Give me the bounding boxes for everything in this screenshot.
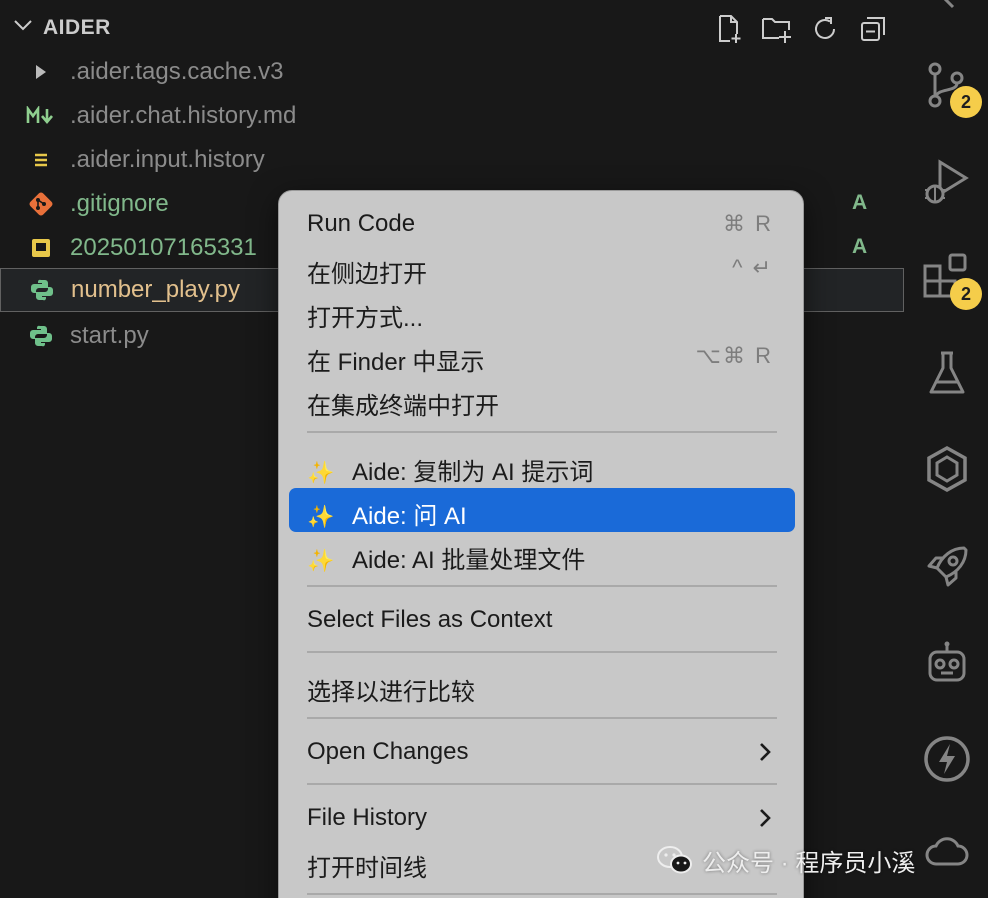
tree-item-chat-history[interactable]: .aider.chat.history.md [0,94,904,138]
menu-item-label: 选择以进行比较 [307,679,475,706]
new-folder-icon[interactable] [760,12,794,46]
menu-item-reveal-in-finder[interactable]: 在 Finder 中显示 ⌥⌘ R [289,334,795,378]
menu-separator [307,651,777,653]
sparkles-icon: ✨ [307,504,335,529]
menu-item-label: Aide: 问 AI [352,503,467,530]
extensions-badge: 2 [950,278,982,310]
git-icon [26,191,56,217]
sparkles-icon: ✨ [307,548,335,573]
file-box-icon [26,235,56,261]
sparkles-icon: ✨ [307,460,335,485]
hexagon-extension-icon[interactable] [922,444,972,494]
menu-item-label: 在集成终端中打开 [307,393,499,420]
menu-item-label: 在侧边打开 [307,261,427,288]
tree-item-label: 20250107165331 [70,234,257,261]
cloud-icon[interactable] [922,828,972,878]
context-menu: Run Code ⌘ R 在侧边打开 ^ ↵ 打开方式... 在 Finder … [278,190,804,898]
python-icon [27,277,57,303]
refresh-icon[interactable] [808,12,842,46]
menu-separator [307,431,777,433]
testing-flask-icon[interactable] [922,348,972,398]
run-debug-icon[interactable] [922,156,972,206]
chevron-right-icon [760,809,771,827]
rocket-icon[interactable] [922,542,972,592]
tree-item-label: .aider.tags.cache.v3 [70,58,284,85]
menu-item-open-in-terminal[interactable]: 在集成终端中打开 [289,378,795,422]
menu-item-shortcut: ⌥⌘ R [695,343,773,368]
menu-item-label: Select Files as Context [307,606,553,633]
watermark: 公众号 · 程序员小溪 [656,840,915,880]
menu-item-label: 打开方式... [307,305,424,332]
explorer-actions [712,12,890,46]
explorer-section-header[interactable]: AIDER [0,4,904,48]
menu-item-shortcut: ^ ↵ [732,255,773,280]
menu-item-aide-copy-prompt[interactable]: ✨ Aide: 复制为 AI 提示词 [289,444,795,488]
menu-item-aide-ask-ai[interactable]: ✨ Aide: 问 AI [289,488,795,532]
tree-item-input-history[interactable]: .aider.input.history [0,138,904,182]
collapse-all-icon[interactable] [856,12,890,46]
chevron-down-icon[interactable] [12,14,34,36]
chevron-right-icon [760,743,771,761]
wechat-icon [657,846,692,874]
menu-item-select-files-context[interactable]: Select Files as Context [289,598,795,642]
menu-item-label: Aide: AI 批量处理文件 [352,547,586,574]
menu-item-label: File History [307,804,428,831]
menu-item-aide-batch[interactable]: ✨ Aide: AI 批量处理文件 [289,532,795,576]
menu-item-file-history[interactable]: File History [289,796,795,840]
menu-item-open-with[interactable]: 打开方式... [289,290,795,334]
activity-bar: 2 2 [904,0,988,898]
menu-item-label: 打开时间线 [307,855,427,882]
git-status-badge: A [852,235,868,258]
menu-separator [307,783,777,785]
new-file-icon[interactable] [712,12,746,46]
tree-item-label: .aider.input.history [70,146,265,173]
text-lines-icon [26,147,56,173]
menu-item-open-to-side[interactable]: 在侧边打开 ^ ↵ [289,246,795,290]
menu-item-open-changes[interactable]: Open Changes [289,730,795,774]
lightning-icon[interactable] [922,734,972,784]
menu-item-label: 在 Finder 中显示 [307,349,485,376]
watermark-text: 公众号 · 程序员小溪 [702,849,916,877]
tree-item-label: .aider.chat.history.md [70,102,297,129]
menu-item-select-for-compare[interactable]: 选择以进行比较 [289,664,795,708]
robot-icon[interactable] [922,638,972,688]
menu-separator [307,585,777,587]
menu-item-label: Open Changes [307,738,469,765]
menu-item-run-code[interactable]: Run Code ⌘ R [289,202,795,246]
markdown-icon [26,103,56,129]
explorer-section-title: AIDER [43,16,111,39]
tree-item-label: number_play.py [71,276,240,303]
chevron-right-icon [26,59,56,85]
tree-item-label: .gitignore [70,190,169,217]
search-icon[interactable] [922,0,972,32]
menu-item-label: Run Code [307,210,416,237]
tree-item-tags-cache[interactable]: .aider.tags.cache.v3 [0,50,904,94]
python-icon [26,323,56,349]
source-control-badge: 2 [950,86,982,118]
tree-item-label: start.py [70,322,149,349]
git-status-badge: A [852,191,868,214]
menu-separator [307,893,777,895]
menu-separator [307,717,777,719]
menu-item-shortcut: ⌘ R [723,211,773,236]
menu-item-label: Aide: 复制为 AI 提示词 [352,459,594,486]
